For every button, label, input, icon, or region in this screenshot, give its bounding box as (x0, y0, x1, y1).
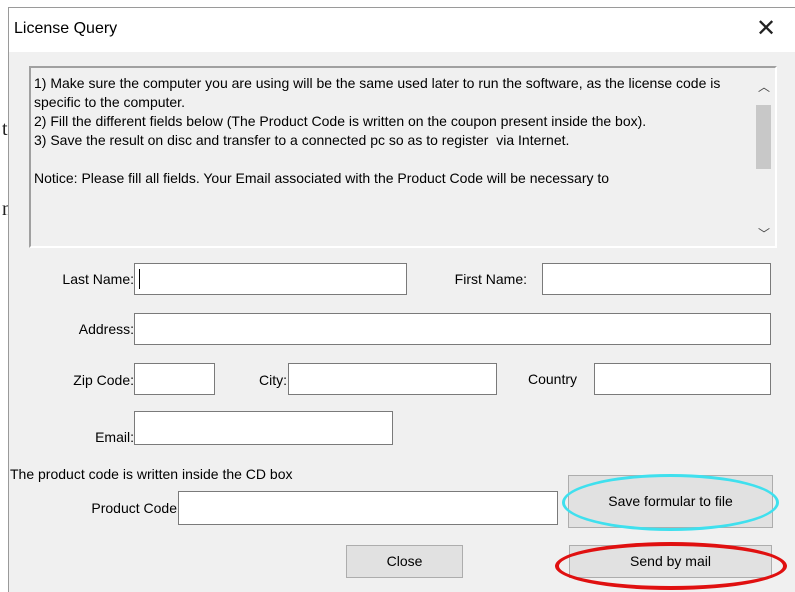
scroll-down-icon[interactable]: ﹀ (758, 225, 770, 242)
email-label: Email: (95, 429, 134, 445)
close-button[interactable]: Close (346, 545, 463, 578)
email-field[interactable] (134, 411, 393, 445)
last-name-label: Last Name: (62, 271, 134, 287)
instructions-text: 1) Make sure the computer you are using … (34, 75, 721, 186)
text-caret (139, 269, 140, 289)
instructions-box[interactable]: 1) Make sure the computer you are using … (29, 66, 777, 248)
address-label: Address: (78, 321, 134, 337)
product-code-field[interactable] (178, 491, 558, 525)
city-label: City: (259, 372, 287, 388)
country-label: Country (527, 371, 577, 387)
address-field[interactable] (134, 313, 771, 345)
last-name-field[interactable] (134, 263, 407, 295)
zip-code-label: Zip Code: (73, 372, 134, 388)
first-name-field[interactable] (542, 263, 771, 295)
city-field[interactable] (288, 363, 497, 395)
zip-code-field[interactable] (134, 363, 215, 395)
product-code-label: Product Code (91, 500, 177, 516)
scroll-up-icon[interactable]: ︿ (758, 78, 770, 95)
vertical-scrollbar[interactable]: ︿ ﹀ (753, 68, 775, 246)
window-title: License Query (14, 20, 118, 37)
send-by-mail-button[interactable]: Send by mail (569, 545, 772, 578)
title-bar: License Query ✕ (9, 8, 795, 52)
country-field[interactable] (594, 363, 771, 395)
close-icon[interactable]: ✕ (751, 14, 781, 44)
first-name-label: First Name: (454, 271, 527, 287)
product-code-note: The product code is written inside the C… (10, 466, 293, 482)
scrollbar-thumb[interactable] (756, 105, 771, 169)
save-formular-button[interactable]: Save formular to file (568, 475, 773, 528)
license-query-dialog: License Query ✕ 1) Make sure the compute… (8, 7, 795, 592)
